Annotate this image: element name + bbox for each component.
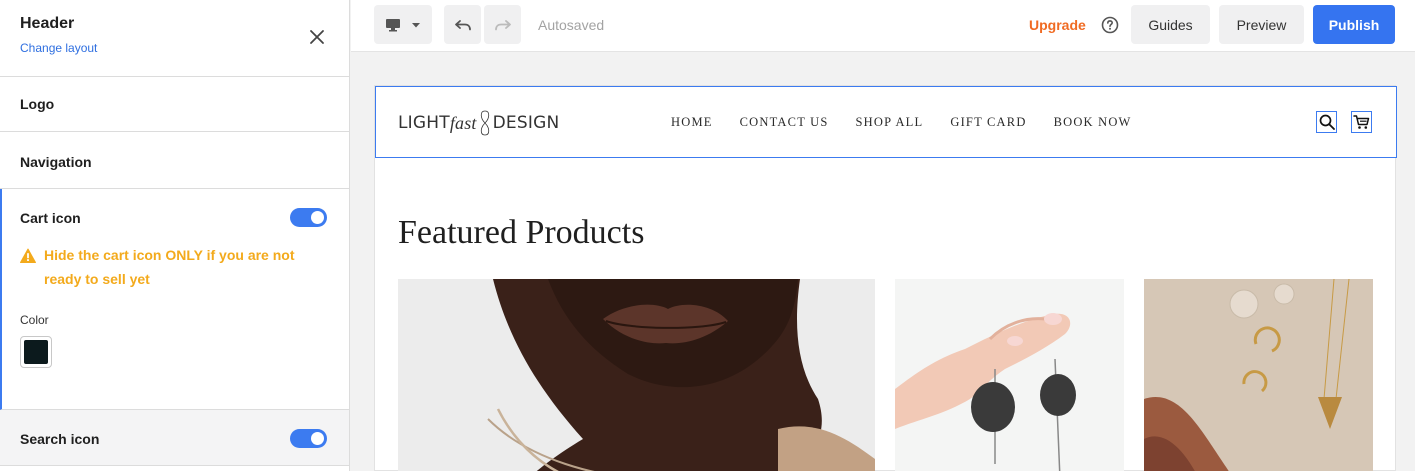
device-switcher-button[interactable] xyxy=(374,5,432,44)
cart-warning-text: Hide the cart icon ONLY if you are not r… xyxy=(44,247,295,287)
cart-icon xyxy=(1353,115,1370,129)
logo-text-fast: fast xyxy=(449,112,477,133)
section-navigation-label: Navigation xyxy=(20,154,92,170)
cart-icon-label: Cart icon xyxy=(20,210,81,226)
product-image[interactable] xyxy=(398,279,875,471)
redo-icon xyxy=(494,19,511,30)
section-logo-label: Logo xyxy=(20,96,55,112)
product-image[interactable] xyxy=(1144,279,1373,471)
nav-item-shop-all[interactable]: SHOP ALL xyxy=(856,115,924,130)
panel-title: Header xyxy=(20,15,75,32)
cart-icon-toggle[interactable] xyxy=(290,208,327,227)
toggle-knob xyxy=(311,432,324,445)
help-icon xyxy=(1101,16,1119,34)
redo-button[interactable] xyxy=(484,5,521,44)
nav-item-home[interactable]: HOME xyxy=(671,115,713,130)
preview-button[interactable]: Preview xyxy=(1219,5,1304,44)
toggle-knob xyxy=(311,211,324,224)
product-image[interactable] xyxy=(895,279,1124,471)
search-icon-label: Search icon xyxy=(20,431,100,447)
product-photo-portrait xyxy=(398,279,875,471)
header-settings-panel: Header Change layout Logo Navigation Car… xyxy=(0,0,350,471)
site-search-button[interactable] xyxy=(1316,111,1337,133)
site-header[interactable]: LIGHT fast DESIGN HOME CONTACT US SHOP A… xyxy=(375,86,1397,158)
site-logo[interactable]: LIGHT fast DESIGN xyxy=(398,109,559,137)
nav-item-book-now[interactable]: BOOK NOW xyxy=(1054,115,1132,130)
infinity-icon xyxy=(480,110,489,136)
editor-toolbar: Autosaved Upgrade Guides Preview Publish xyxy=(351,0,1415,52)
color-label: Color xyxy=(20,313,49,327)
publish-button[interactable]: Publish xyxy=(1313,5,1395,44)
cart-color-fill xyxy=(24,340,48,364)
autosave-status: Autosaved xyxy=(538,17,605,33)
panel-header: Header Change layout xyxy=(0,0,349,77)
help-button[interactable] xyxy=(1101,16,1119,34)
search-icon-toggle[interactable] xyxy=(290,429,327,448)
site-navigation: HOME CONTACT US SHOP ALL GIFT CARD BOOK … xyxy=(671,115,1159,130)
section-search-icon[interactable]: Search icon xyxy=(0,410,349,466)
section-logo[interactable]: Logo xyxy=(0,77,349,132)
chevron-down-icon xyxy=(412,22,420,27)
undo-button[interactable] xyxy=(444,5,481,44)
nav-item-gift-card[interactable]: GIFT CARD xyxy=(950,115,1026,130)
change-layout-link[interactable]: Change layout xyxy=(20,41,97,55)
close-icon xyxy=(310,30,324,44)
undo-icon xyxy=(454,19,471,30)
close-button[interactable] xyxy=(304,24,330,50)
logo-text-light: LIGHT xyxy=(398,113,450,133)
logo-text-design: DESIGN xyxy=(492,113,560,133)
section-navigation[interactable]: Navigation xyxy=(0,132,349,189)
cart-color-swatch[interactable] xyxy=(20,336,52,368)
site-cart-button[interactable] xyxy=(1351,111,1372,133)
upgrade-link[interactable]: Upgrade xyxy=(1029,17,1086,33)
section-cart-icon: Cart icon Hide the cart icon ONLY if you… xyxy=(0,189,349,410)
cart-warning: Hide the cart icon ONLY if you are not r… xyxy=(20,247,320,291)
featured-products-heading: Featured Products xyxy=(398,214,645,251)
product-photo-earrings xyxy=(895,279,1124,471)
nav-item-contact-us[interactable]: CONTACT US xyxy=(740,115,829,130)
desktop-icon xyxy=(386,18,400,31)
product-photo-jewelry xyxy=(1144,279,1373,471)
warning-icon xyxy=(20,248,36,263)
guides-button[interactable]: Guides xyxy=(1131,5,1210,44)
site-preview-canvas: LIGHT fast DESIGN HOME CONTACT US SHOP A… xyxy=(374,85,1397,471)
search-icon xyxy=(1319,114,1335,130)
